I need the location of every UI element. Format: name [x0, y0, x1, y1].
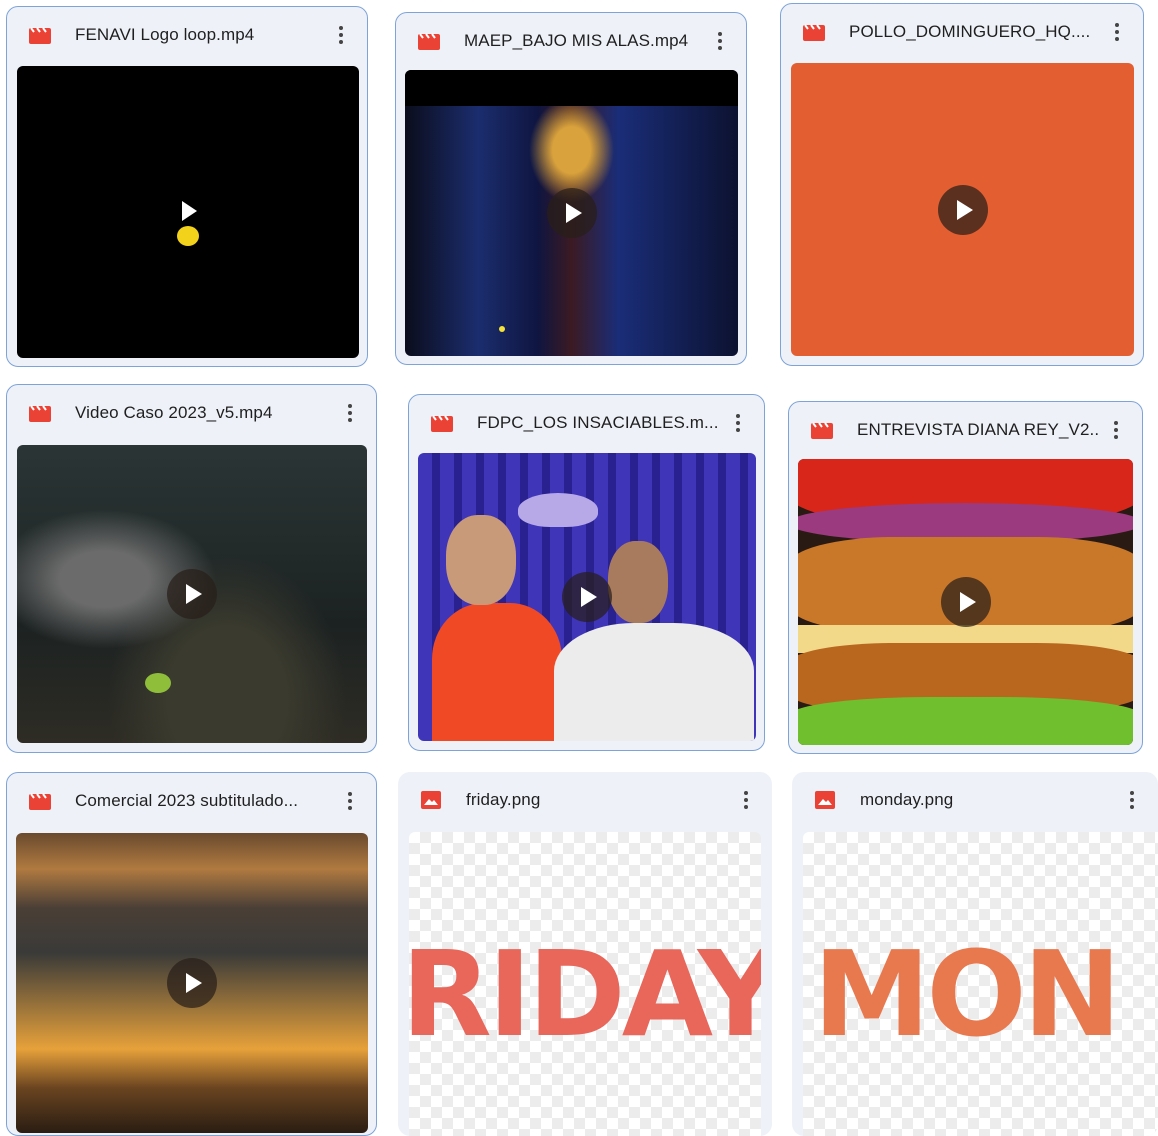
play-icon[interactable] — [167, 958, 217, 1008]
file-card[interactable]: MAEP_BAJO MIS ALAS.mp4 — [395, 12, 747, 365]
file-name[interactable]: FDPC_LOS INSACIABLES.m... — [477, 413, 720, 433]
image-thumbnail[interactable]: MON — [803, 832, 1158, 1136]
more-options-button[interactable] — [1120, 788, 1144, 812]
file-name[interactable]: POLLO_DOMINGUERO_HQ.... — [849, 22, 1099, 42]
file-name[interactable]: Comercial 2023 subtitulado... — [75, 791, 332, 811]
lettuce — [798, 697, 1133, 745]
file-card[interactable]: POLLO_DOMINGUERO_HQ.... — [780, 3, 1144, 366]
more-vert-icon — [348, 792, 352, 810]
card-header: FENAVI Logo loop.mp4 — [7, 7, 367, 63]
image-thumbnail[interactable]: RIDAY — [409, 832, 761, 1136]
file-name[interactable]: ENTREVISTA DIANA REY_V2... — [857, 420, 1098, 440]
video-file-icon — [803, 24, 825, 41]
more-options-button[interactable] — [1105, 20, 1129, 44]
more-vert-icon — [1114, 421, 1118, 439]
more-options-button[interactable] — [726, 411, 750, 435]
video-thumbnail[interactable] — [418, 453, 756, 741]
glow-dot — [499, 326, 505, 332]
person-left — [432, 603, 562, 741]
more-vert-icon — [718, 32, 722, 50]
more-options-button[interactable] — [1104, 418, 1128, 442]
file-name[interactable]: friday.png — [466, 790, 728, 810]
person-right — [554, 623, 754, 741]
file-card[interactable]: friday.png RIDAY — [398, 772, 772, 1136]
card-header: ENTREVISTA DIANA REY_V2... — [789, 402, 1142, 458]
video-thumbnail[interactable] — [17, 66, 359, 358]
more-options-button[interactable] — [338, 401, 362, 425]
video-file-icon — [418, 33, 440, 50]
card-header: MAEP_BAJO MIS ALAS.mp4 — [396, 13, 746, 69]
file-card[interactable]: ENTREVISTA DIANA REY_V2... — [788, 401, 1143, 754]
video-file-icon — [29, 405, 51, 422]
file-name[interactable]: FENAVI Logo loop.mp4 — [75, 25, 323, 45]
more-vert-icon — [339, 26, 343, 44]
more-vert-icon — [736, 414, 740, 432]
file-card[interactable]: monday.png MON — [792, 772, 1158, 1136]
image-text: RIDAY — [409, 925, 761, 1063]
video-thumbnail[interactable] — [405, 70, 738, 356]
video-file-icon — [29, 27, 51, 44]
file-name[interactable]: MAEP_BAJO MIS ALAS.mp4 — [464, 31, 702, 51]
face-left — [446, 515, 516, 605]
more-options-button[interactable] — [329, 23, 353, 47]
play-icon[interactable] — [562, 572, 612, 622]
play-icon[interactable] — [937, 184, 988, 235]
card-header: monday.png — [792, 772, 1158, 828]
video-file-icon — [431, 415, 453, 432]
face-right — [608, 541, 668, 623]
file-card[interactable]: FDPC_LOS INSACIABLES.m... — [408, 394, 765, 751]
file-name[interactable]: Video Caso 2023_v5.mp4 — [75, 403, 332, 423]
card-header: Video Caso 2023_v5.mp4 — [7, 385, 376, 441]
card-header: friday.png — [398, 772, 772, 828]
image-text: MON — [813, 925, 1121, 1063]
limes — [145, 673, 171, 693]
more-vert-icon — [1115, 23, 1119, 41]
play-icon[interactable] — [182, 201, 197, 221]
more-options-button[interactable] — [338, 789, 362, 813]
video-thumbnail[interactable] — [791, 63, 1134, 356]
image-file-icon — [815, 791, 835, 809]
lamp — [518, 493, 598, 527]
card-header: POLLO_DOMINGUERO_HQ.... — [781, 4, 1143, 60]
file-card[interactable]: Comercial 2023 subtitulado... — [6, 772, 377, 1136]
more-vert-icon — [744, 791, 748, 809]
play-icon[interactable] — [167, 569, 217, 619]
more-vert-icon — [1130, 791, 1134, 809]
card-header: Comercial 2023 subtitulado... — [7, 773, 376, 829]
video-thumbnail[interactable] — [17, 445, 367, 743]
more-options-button[interactable] — [734, 788, 758, 812]
video-thumbnail[interactable] — [798, 459, 1133, 745]
file-name[interactable]: monday.png — [860, 790, 1114, 810]
top-bar — [405, 70, 738, 106]
video-thumbnail[interactable] — [16, 833, 368, 1133]
logo-dot — [177, 226, 199, 246]
more-options-button[interactable] — [708, 29, 732, 53]
image-file-icon — [421, 791, 441, 809]
video-file-icon — [29, 793, 51, 810]
more-vert-icon — [348, 404, 352, 422]
file-card[interactable]: Video Caso 2023_v5.mp4 — [6, 384, 377, 753]
play-icon[interactable] — [940, 577, 991, 627]
play-icon[interactable] — [546, 188, 597, 238]
card-header: FDPC_LOS INSACIABLES.m... — [409, 395, 764, 451]
video-file-icon — [811, 422, 833, 439]
file-card[interactable]: FENAVI Logo loop.mp4 — [6, 6, 368, 367]
